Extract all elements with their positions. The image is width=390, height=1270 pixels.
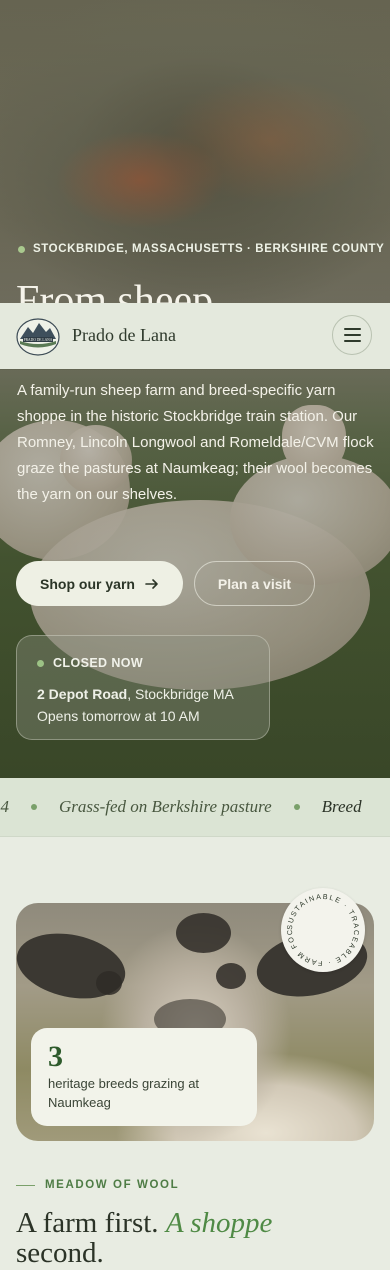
- farm-logo-icon[interactable]: PRADO DE LANA: [16, 317, 60, 357]
- shop-yarn-label: Shop our yarn: [40, 575, 135, 592]
- sustainable-badge: SUSTAINABLE · TRACEABLE · FARM FOCUSED ·: [281, 888, 365, 972]
- hamburger-icon: [343, 328, 361, 331]
- hero-location-text: STOCKBRIDGE, MASSACHUSETTS · BERKSHIRE C…: [33, 243, 385, 255]
- location-dot-icon: [18, 245, 25, 253]
- svg-text:SUSTAINABLE · TRACEABLE · FARM: SUSTAINABLE · TRACEABLE · FARM FOCUSED ·: [281, 888, 361, 968]
- section-title-end: second.: [16, 1237, 104, 1269]
- store-status-card: CLOSED NOW 2 Depot Road, Stockbridge MA …: [16, 635, 270, 740]
- plan-visit-label: Plan a visit: [217, 575, 292, 592]
- brand-name[interactable]: Prado de Lana: [72, 325, 176, 346]
- sheep-eye: [216, 963, 246, 989]
- sheep-ear-illustration: [16, 924, 132, 1008]
- menu-button[interactable]: [332, 315, 372, 355]
- status-dot-icon: [37, 659, 44, 667]
- status-line: CLOSED NOW: [37, 656, 143, 670]
- section-title: A farm first. A shoppe second.: [16, 1208, 376, 1268]
- ticker-banner: 14 Grass-fed on Berkshire pasture Breed: [0, 778, 390, 837]
- shop-yarn-button[interactable]: Shop our yarn: [16, 561, 183, 606]
- status-label: CLOSED NOW: [53, 656, 144, 670]
- section-eyebrow-text: MEADOW OF WOOL: [45, 1179, 180, 1191]
- ticker-separator-icon: [293, 804, 300, 810]
- section-title-plain: A farm first.: [16, 1207, 166, 1239]
- ticker-track: 14 Grass-fed on Berkshire pasture Breed: [0, 797, 362, 817]
- arrow-right-icon: [145, 578, 158, 589]
- stat-card: 3 heritage breeds grazing at Naumkeag: [31, 1028, 257, 1126]
- address-city: , Stockbridge MA: [127, 686, 234, 702]
- sheep-eye: [96, 971, 122, 995]
- section-title-accent: A shoppe: [165, 1207, 273, 1239]
- hero-description: A family-run sheep farm and breed-specif…: [17, 382, 374, 503]
- stat-label: heritage breeds grazing at Naumkeag: [48, 1076, 200, 1110]
- svg-text:PRADO DE LANA: PRADO DE LANA: [24, 338, 53, 342]
- opening-hours: Opens tomorrow at 10 AM: [37, 708, 200, 724]
- ticker-item: 14: [0, 797, 9, 816]
- eyebrow-line-icon: [16, 1184, 35, 1186]
- section-eyebrow: MEADOW OF WOOL: [16, 1179, 179, 1191]
- address-street: 2 Depot Road: [37, 686, 128, 702]
- plan-visit-button[interactable]: Plan a visit: [194, 561, 315, 606]
- site-navbar: PRADO DE LANA Prado de Lana: [0, 303, 390, 369]
- ticker-item: Breed: [321, 797, 362, 816]
- hero-location: STOCKBRIDGE, MASSACHUSETTS · BERKSHIRE C…: [18, 243, 384, 255]
- hero-section: STOCKBRIDGE, MASSACHUSETTS · BERKSHIRE C…: [0, 0, 390, 778]
- stat-number: 3: [48, 1040, 63, 1073]
- sheep-face-marking: [176, 913, 231, 953]
- store-address: 2 Depot Road, Stockbridge MA Opens tomor…: [37, 683, 234, 727]
- ticker-separator-icon: [31, 804, 37, 810]
- ticker-item: Grass-fed on Berkshire pasture: [59, 797, 272, 816]
